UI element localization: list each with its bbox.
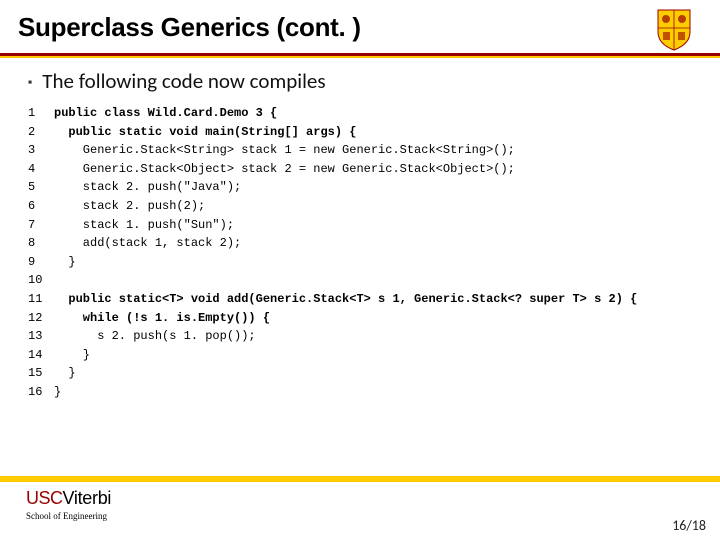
code-text: Generic.Stack<Object> stack 2 = new Gene… [54, 160, 515, 179]
line-number: 2 [28, 123, 54, 142]
code-text: stack 2. push(2); [54, 197, 205, 216]
code-line: 10 [28, 271, 702, 290]
line-number: 4 [28, 160, 54, 179]
line-number: 1 [28, 104, 54, 123]
line-number: 6 [28, 197, 54, 216]
code-text: stack 1. push("Sun"); [54, 216, 234, 235]
code-text: } [54, 364, 76, 383]
bullet-text: The following code now compiles [42, 68, 325, 94]
footer-logo: USCViterbi School of Engineering 16/18 [0, 482, 720, 540]
code-line: 2 public static void main(String[] args)… [28, 123, 702, 142]
code-line: 14 } [28, 346, 702, 365]
code-line: 8 add(stack 1, stack 2); [28, 234, 702, 253]
line-number: 10 [28, 271, 54, 290]
code-line: 6 stack 2. push(2); [28, 197, 702, 216]
footer: USCViterbi School of Engineering 16/18 [0, 476, 720, 540]
code-text: while (!s 1. is.Empty()) { [54, 309, 270, 328]
line-number: 3 [28, 141, 54, 160]
slide: Superclass Generics (cont. ) ▪ The follo… [0, 0, 720, 540]
line-number: 14 [28, 346, 54, 365]
code-text: add(stack 1, stack 2); [54, 234, 241, 253]
code-text: stack 2. push("Java"); [54, 178, 241, 197]
line-number: 7 [28, 216, 54, 235]
line-number: 8 [28, 234, 54, 253]
line-number: 16 [28, 383, 54, 402]
code-text: public class Wild.Card.Demo 3 { [54, 104, 277, 123]
code-line: 9 } [28, 253, 702, 272]
line-number: 13 [28, 327, 54, 346]
code-line: 1public class Wild.Card.Demo 3 { [28, 104, 702, 123]
code-line: 4 Generic.Stack<Object> stack 2 = new Ge… [28, 160, 702, 179]
code-text: public static void main(String[] args) { [54, 123, 356, 142]
line-number: 11 [28, 290, 54, 309]
code-text: s 2. push(s 1. pop()); [54, 327, 256, 346]
code-text: } [54, 383, 61, 402]
line-number: 12 [28, 309, 54, 328]
code-text: public static<T> void add(Generic.Stack<… [54, 290, 637, 309]
body: ▪ The following code now compiles 1publi… [0, 58, 720, 540]
viterbi-text: Viterbi [63, 488, 112, 508]
line-number: 15 [28, 364, 54, 383]
line-number: 5 [28, 178, 54, 197]
code-text: Generic.Stack<String> stack 1 = new Gene… [54, 141, 515, 160]
slide-title: Superclass Generics (cont. ) [18, 12, 702, 43]
bullet-item: ▪ The following code now compiles [28, 68, 702, 94]
school-text: School of Engineering [26, 511, 720, 521]
code-line: 11 public static<T> void add(Generic.Sta… [28, 290, 702, 309]
code-line: 12 while (!s 1. is.Empty()) { [28, 309, 702, 328]
usc-wordmark: USCViterbi [26, 488, 720, 509]
page-number: 16/18 [672, 517, 706, 534]
code-line: 13 s 2. push(s 1. pop()); [28, 327, 702, 346]
usc-text: USC [26, 488, 63, 508]
code-block: 1public class Wild.Card.Demo 3 {2 public… [28, 104, 702, 402]
code-line: 16} [28, 383, 702, 402]
code-line: 3 Generic.Stack<String> stack 1 = new Ge… [28, 141, 702, 160]
code-line: 5 stack 2. push("Java"); [28, 178, 702, 197]
shield-icon [654, 8, 694, 52]
code-line: 7 stack 1. push("Sun"); [28, 216, 702, 235]
code-text: } [54, 253, 76, 272]
code-line: 15 } [28, 364, 702, 383]
line-number: 9 [28, 253, 54, 272]
header: Superclass Generics (cont. ) [0, 0, 720, 47]
code-text: } [54, 346, 90, 365]
bullet-marker: ▪ [28, 77, 32, 89]
